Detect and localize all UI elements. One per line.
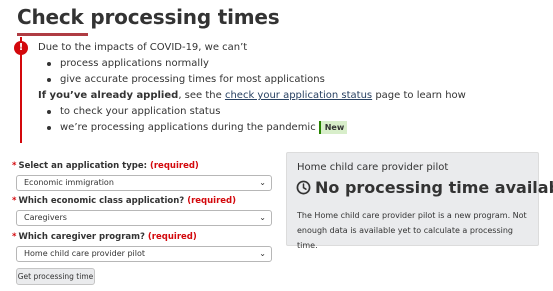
covid-alert: ! Due to the impacts of COVID-19, we can… (14, 37, 466, 143)
result-headline: No processing time available (296, 178, 553, 197)
alert-list-impacts: process applications normally give accur… (38, 56, 466, 88)
alert-applied-line: If you’ve already applied, see the check… (38, 88, 466, 104)
page: Check processing times ! Due to the impa… (0, 0, 553, 291)
field-application-type: * Select an application type: (required) … (12, 160, 272, 191)
chevron-down-icon: ⌄ (259, 249, 266, 258)
field-economic-class: * Which economic class application? (requ… (12, 195, 272, 226)
required-star: * (12, 196, 17, 206)
caregiver-program-label: * Which caregiver program? (required) (12, 231, 272, 243)
result-panel: Home child care provider pilot No proces… (286, 152, 553, 250)
list-item-text: we’re processing applications during the… (60, 122, 316, 133)
page-title: Check processing times (17, 5, 280, 29)
label-text: Which caregiver program? (18, 232, 145, 242)
list-item: to check your application status (38, 104, 466, 120)
chevron-down-icon: ⌄ (259, 213, 266, 222)
economic-class-select[interactable]: Caregivers ⌄ (16, 210, 272, 226)
new-badge: New (318, 120, 348, 134)
label-text: Which economic class application? (18, 196, 185, 206)
required-text: (required) (149, 161, 199, 171)
alert-applied-post: page to learn how (372, 90, 466, 101)
list-item: give accurate processing times for most … (38, 72, 466, 88)
result-description: The Home child care provider pilot is a … (297, 211, 527, 250)
warning-icon: ! (14, 41, 28, 55)
alert-intro: Due to the impacts of COVID-19, we can’t (38, 42, 248, 53)
application-type-select[interactable]: Economic immigration ⌄ (16, 175, 272, 191)
required-text: (required) (187, 196, 237, 206)
select-value: Caregivers (24, 213, 67, 222)
result-headline-text: No processing time available (315, 178, 553, 197)
alert-applied-pre: , see the (178, 90, 225, 101)
required-star: * (12, 232, 17, 242)
application-type-label: * Select an application type: (required) (12, 160, 272, 172)
alert-body: Due to the impacts of COVID-19, we can’t… (38, 40, 466, 136)
list-item: process applications normally (38, 56, 466, 72)
title-underline (17, 33, 88, 36)
field-caregiver-program: * Which caregiver program? (required) Hom… (12, 231, 272, 262)
alert-list-links: to check your application status we’re p… (38, 104, 466, 136)
caregiver-program-select[interactable]: Home child care provider pilot ⌄ (16, 246, 272, 262)
clock-icon (296, 180, 311, 195)
select-value: Home child care provider pilot (24, 249, 146, 258)
check-status-link[interactable]: check your application status (225, 90, 372, 101)
list-item: we’re processing applications during the… (38, 120, 466, 136)
get-processing-time-button[interactable]: Get processing time (16, 268, 95, 285)
chevron-down-icon: ⌄ (259, 178, 266, 187)
economic-class-label: * Which economic class application? (requ… (12, 195, 272, 207)
select-value: Economic immigration (24, 178, 114, 187)
label-text: Select an application type: (18, 161, 148, 171)
required-star: * (12, 161, 17, 171)
alert-applied-bold: If you’ve already applied (38, 90, 179, 101)
required-text: (required) (147, 232, 197, 242)
result-title: Home child care provider pilot (297, 162, 449, 173)
